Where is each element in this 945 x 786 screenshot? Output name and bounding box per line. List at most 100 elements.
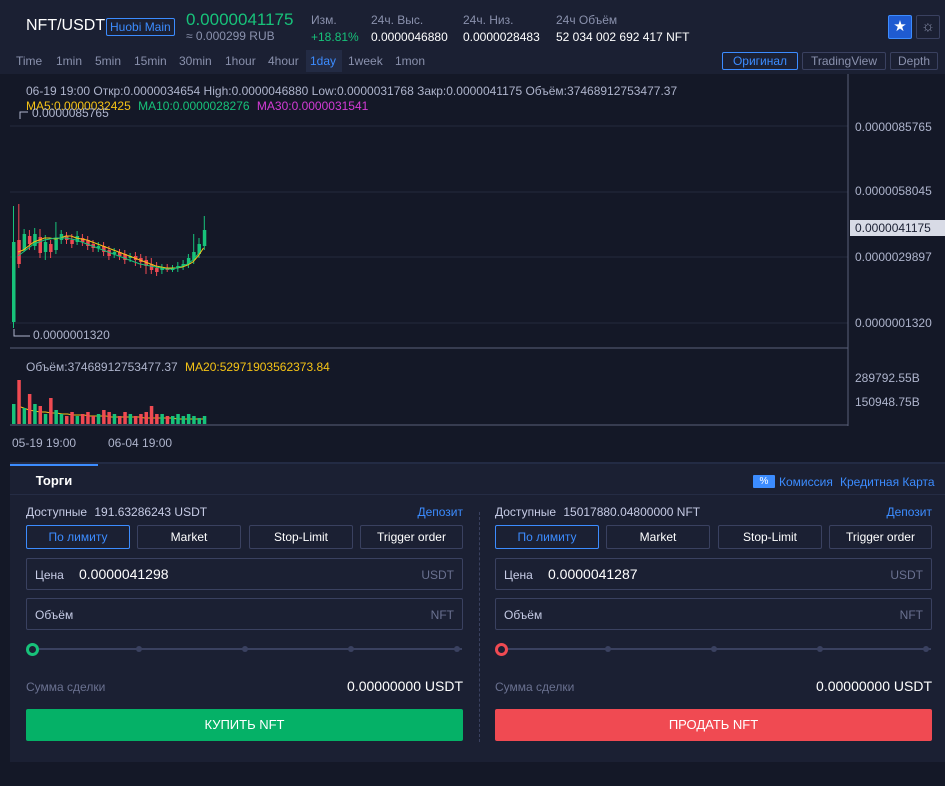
volume-bar	[12, 404, 16, 424]
volume-bar	[171, 416, 175, 424]
favorite-star-icon[interactable]: ★	[888, 15, 912, 39]
volume-bar	[49, 398, 53, 424]
volume-bar	[75, 416, 80, 424]
volume-bar	[38, 406, 42, 424]
candlestick-chart-svg	[10, 74, 849, 426]
volume-label: 24ч Объём	[556, 13, 618, 27]
sell-button[interactable]: ПРОДАТЬ NFT	[495, 709, 932, 741]
volume-bar	[155, 414, 159, 424]
slider-step[interactable]	[817, 646, 823, 652]
buy-price-input[interactable]: Цена 0.0000041298 USDT	[26, 558, 463, 590]
price-value[interactable]: 0.0000041287	[548, 566, 638, 582]
view-depth-button[interactable]: Depth	[890, 52, 938, 70]
buy-sum-value: 0.00000000 USDT	[347, 678, 463, 694]
amount-label: Объём	[35, 608, 74, 622]
interval-1day[interactable]: 1day	[306, 50, 342, 72]
slider-handle[interactable]	[495, 643, 508, 656]
view-original-button[interactable]: Оригинал	[722, 52, 798, 70]
volume-stat: 24ч Объём 52 034 002 692 417 NFT	[556, 13, 689, 44]
volume-readout: Объём:37468912753477.37 MA20:52971903562…	[26, 360, 330, 374]
interval-time[interactable]: Time	[12, 50, 46, 72]
price-axis-tick: 0.0000029897	[855, 250, 932, 264]
slider-handle[interactable]	[26, 643, 39, 656]
buy-order-stoplimit-tab[interactable]: Stop-Limit	[249, 525, 353, 549]
slider-step[interactable]	[348, 646, 354, 652]
interval-1week[interactable]: 1week	[344, 50, 387, 72]
volume-bar	[123, 412, 127, 424]
volume-bar	[43, 414, 48, 424]
volume-bar	[118, 416, 122, 424]
ma10-label: MA10:0.0000028276	[138, 99, 250, 113]
slider-step[interactable]	[923, 646, 929, 652]
buy-amount-slider[interactable]	[26, 642, 463, 656]
volume-bar	[112, 414, 117, 424]
sell-amount-input[interactable]: Объём NFT	[495, 598, 932, 630]
slider-step[interactable]	[136, 646, 142, 652]
pair-title[interactable]: NFT/USDT	[26, 17, 105, 35]
buy-order-market-tab[interactable]: Market	[137, 525, 241, 549]
buy-deposit-link[interactable]: Депозит	[417, 505, 463, 519]
buy-button[interactable]: КУПИТЬ NFT	[26, 709, 463, 741]
interval-1min[interactable]: 1min	[52, 50, 86, 72]
candle-body	[70, 240, 74, 244]
price-label: Цена	[504, 568, 533, 582]
sell-order-limit-tab[interactable]: По лимиту	[495, 525, 599, 549]
interval-5min[interactable]: 5min	[91, 50, 125, 72]
volume-bar	[65, 416, 69, 424]
view-tradingview-button[interactable]: TradingView	[802, 52, 886, 70]
commission-link[interactable]: Комиссия	[779, 475, 833, 489]
candle-body	[202, 230, 207, 246]
available-value: 15017880.04800000 NFT	[563, 505, 701, 519]
interval-4hour[interactable]: 4hour	[264, 50, 303, 72]
sell-order-trigger-tab[interactable]: Trigger order	[829, 525, 932, 549]
tab-divider	[10, 494, 945, 495]
price-label: Цена	[35, 568, 64, 582]
volume-bar	[102, 410, 106, 424]
interval-1mon[interactable]: 1mon	[391, 50, 429, 72]
buy-order-trigger-tab[interactable]: Trigger order	[360, 525, 463, 549]
available-value: 191.63286243 USDT	[94, 505, 208, 519]
sell-deposit-link[interactable]: Депозит	[886, 505, 932, 519]
price-chart[interactable]: 06-19 19:00 Откр:0.0000034654 High:0.000…	[10, 74, 945, 454]
volume-bar	[59, 414, 64, 424]
volume-bar	[197, 418, 201, 424]
candle-body	[12, 242, 16, 322]
interval-30min[interactable]: 30min	[175, 50, 216, 72]
buy-sum-label: Сумма сделки	[26, 680, 106, 694]
sell-amount-slider[interactable]	[495, 642, 932, 656]
slider-step[interactable]	[454, 646, 460, 652]
volume-bar	[128, 414, 133, 424]
panel-top-border	[10, 462, 945, 464]
buy-order-limit-tab[interactable]: По лимиту	[26, 525, 130, 549]
slider-step[interactable]	[711, 646, 717, 652]
interval-1hour[interactable]: 1hour	[221, 50, 260, 72]
volume-bar	[181, 416, 186, 424]
sell-order-stoplimit-tab[interactable]: Stop-Limit	[718, 525, 822, 549]
sell-order-market-tab[interactable]: Market	[606, 525, 710, 549]
tab-trade[interactable]: Торги	[10, 464, 98, 494]
sell-price-input[interactable]: Цена 0.0000041287 USDT	[495, 558, 932, 590]
buy-available: Доступные 191.63286243 USDT	[26, 505, 207, 519]
change-value: +18.81%	[311, 30, 359, 44]
volume-bar	[165, 416, 170, 424]
available-label: Доступные	[26, 505, 87, 519]
buy-amount-input[interactable]: Объём NFT	[26, 598, 463, 630]
low-value: 0.0000028483	[463, 30, 540, 44]
market-header: NFT/USDT Huobi Main 0.0000041175 ≈ 0.000…	[0, 0, 945, 50]
slider-step[interactable]	[605, 646, 611, 652]
candle-body	[49, 244, 53, 252]
date-axis-tick: 05-19 19:00	[12, 436, 77, 450]
date-axis-tick: 06-04 19:00	[108, 436, 173, 450]
price-value[interactable]: 0.0000041298	[79, 566, 169, 582]
trading-page: NFT/USDT Huobi Main 0.0000041175 ≈ 0.000…	[0, 0, 945, 786]
sell-sum-value: 0.00000000 USDT	[816, 678, 932, 694]
max-annotation-line	[19, 111, 28, 119]
change-label: Изм.	[311, 13, 337, 27]
theme-sun-icon[interactable]: ☼	[916, 15, 940, 39]
interval-15min[interactable]: 15min	[130, 50, 171, 72]
slider-step[interactable]	[242, 646, 248, 652]
volume-value: 52 034 002 692 417 NFT	[556, 30, 690, 44]
credit-card-link[interactable]: Кредитная Карта	[840, 475, 935, 489]
candle-body	[27, 236, 32, 244]
volume-bar	[133, 416, 138, 424]
